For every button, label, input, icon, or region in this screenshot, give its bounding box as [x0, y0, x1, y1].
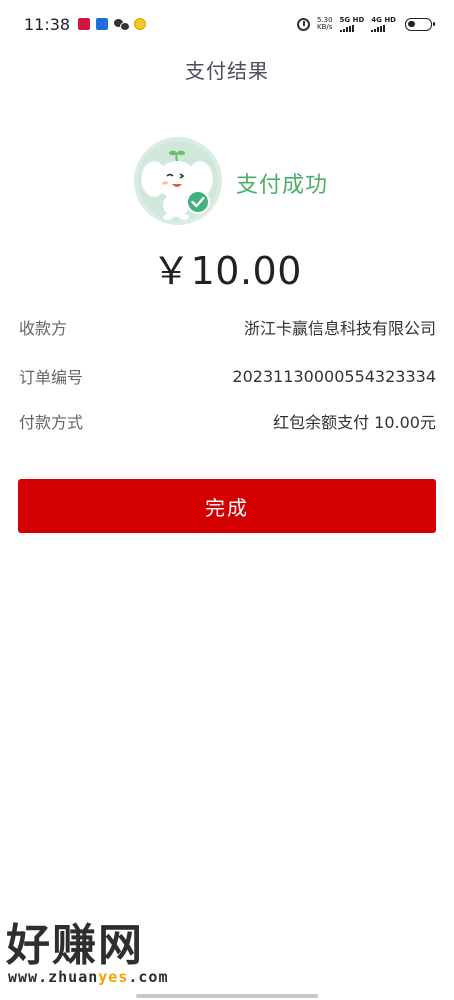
signal-icon — [371, 24, 386, 32]
payee-row: 收款方 浙江卡赢信息科技有限公司 — [19, 315, 436, 339]
watermark-url-suffix: .com — [128, 968, 169, 986]
signal-icon — [339, 24, 354, 32]
home-indicator[interactable] — [136, 994, 318, 998]
notification-app-icon — [96, 18, 109, 30]
payee-label: 收款方 — [19, 319, 68, 338]
order-number-value: 20231130000554323334 — [232, 366, 436, 386]
net-speed: 5.30 KB/s — [317, 17, 333, 31]
payment-amount: ￥10.00 — [152, 249, 302, 293]
payment-method-row: 付款方式 红包余额支付 10.00元 — [19, 409, 436, 433]
status-left: 11:38 — [24, 14, 147, 34]
notification-app-icon — [134, 18, 147, 30]
watermark-url: www.zhuanyes.com — [8, 968, 169, 986]
done-button[interactable]: 完成 — [18, 479, 436, 533]
payment-success-text: 支付成功 — [236, 173, 329, 198]
payment-method-value: 红包余额支付 10.00元 — [273, 413, 436, 432]
wechat-icon — [114, 18, 131, 31]
watermark-url-highlight: yes — [98, 968, 129, 986]
watermark-logo-text: 好赚网 — [6, 920, 144, 971]
alarm-icon — [296, 17, 310, 31]
order-number-label: 订单编号 — [19, 368, 84, 387]
watermark-url-prefix: www.zhuan — [8, 968, 99, 986]
sim2-label: 4G HD — [371, 15, 396, 24]
net-speed-unit: KB/s — [317, 23, 333, 31]
elephant-mascot — [134, 137, 222, 225]
notification-app-icon — [78, 18, 91, 30]
status-right: 5.30 KB/s 5G HD 4G HD — [296, 15, 435, 32]
status-time: 11:38 — [24, 14, 71, 34]
battery-icon — [405, 17, 435, 31]
order-number-row: 订单编号 20231130000554323334 — [19, 364, 436, 388]
signal-sim2: 4G HD — [371, 15, 396, 32]
success-check-icon — [186, 190, 210, 214]
status-bar: 11:38 5.30 KB/s 5G HD 4G HD — [0, 0, 454, 48]
page-title: 支付结果 — [185, 59, 269, 83]
payee-value: 浙江卡赢信息科技有限公司 — [243, 319, 436, 338]
payment-method-label: 付款方式 — [19, 413, 84, 432]
site-watermark: 好赚网 www.zhuanyes.com — [6, 920, 196, 987]
signal-sim1: 5G HD — [339, 15, 365, 32]
sim1-label: 5G HD — [339, 15, 365, 24]
payment-result-screen: 11:38 5.30 KB/s 5G HD 4G HD 支付结果 支付成功 ￥1… — [0, 0, 454, 1000]
